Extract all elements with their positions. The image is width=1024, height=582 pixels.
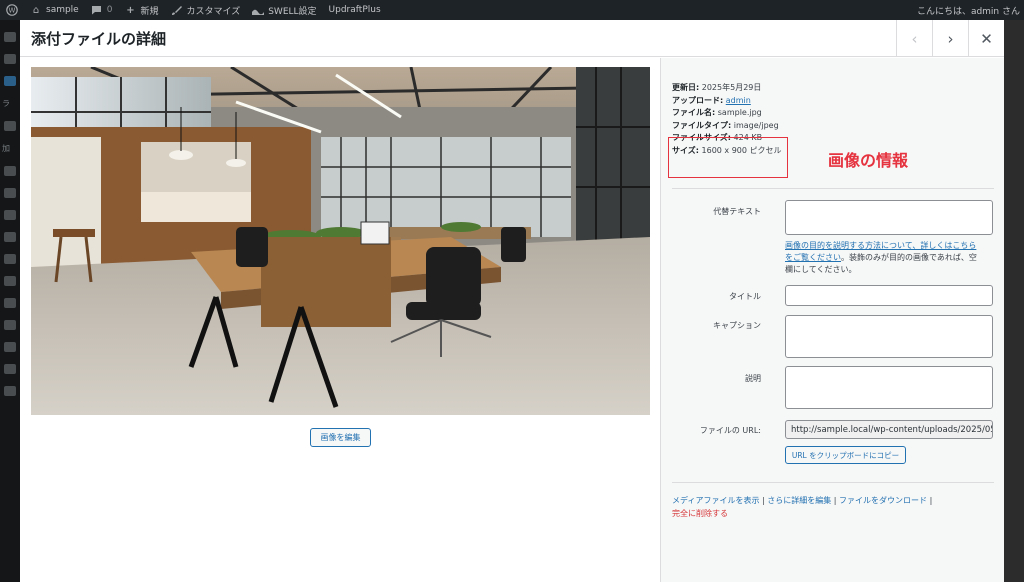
chevron-right-icon: › (947, 29, 954, 48)
swell-logo-icon (252, 4, 265, 16)
attachment-info-pane: 更新日: 2025年5月29日 アップロード: admin ファイル名: sam… (660, 58, 1004, 582)
my-account-link[interactable]: こんにちは、admin さん (917, 0, 1020, 20)
uploaded-label: 更新日: (672, 83, 700, 92)
admin-bar: W ⌂ sample 0 + 新規 カスタマイズ SWELL設定 Updraft… (0, 0, 1024, 20)
attachment-image (31, 67, 650, 415)
close-x-icon[interactable] (4, 121, 16, 131)
alt-text-help: 画像の目的を説明する方法について、詳しくはこちら をご覧ください。装飾のみが目的… (785, 240, 995, 276)
download-file-link[interactable]: ファイルをダウンロード (839, 496, 927, 505)
view-media-link[interactable]: メディアファイルを表示 (672, 496, 759, 505)
attachment-details-modal: 添付ファイルの詳細 ‹ › ✕ 画像を編集 更新日: 2025年5月29日 アッ… (20, 20, 1004, 582)
plus-icon: + (126, 4, 135, 16)
appearance-icon[interactable] (4, 210, 16, 220)
caption-label: キャプション (713, 321, 761, 330)
users-icon[interactable] (4, 254, 16, 264)
swell-label: SWELL設定 (268, 6, 317, 17)
description-label: 説明 (745, 374, 761, 383)
filename-label: ファイル名: (672, 108, 716, 118)
close-icon: ✕ (980, 29, 993, 48)
greeting: こんにちは、admin さん (916, 6, 1020, 17)
modal-title: 添付ファイルの詳細 (31, 30, 167, 48)
file-url-label: ファイルの URL: (699, 426, 761, 435)
edit-more-details-link[interactable]: さらに詳細を編集 (767, 496, 831, 505)
plugins-icon[interactable] (4, 232, 16, 242)
filename-row: ファイル名: sample.jpg (672, 107, 782, 120)
divider (672, 188, 994, 189)
brush-icon (170, 4, 182, 16)
wordpress-logo-icon: W (6, 4, 18, 16)
wordpress-logo-menu[interactable]: W (0, 0, 24, 20)
chevron-left-icon: ‹ (911, 29, 918, 48)
comments-count: 0 (106, 5, 113, 15)
description-field[interactable] (785, 366, 993, 409)
copy-url-button[interactable]: URL をクリップボードにコピー (785, 446, 906, 464)
tools-icon[interactable] (4, 276, 16, 286)
settings-icon[interactable] (4, 298, 16, 308)
attachment-actions: メディアファイルを表示 | さらに詳細を編集 | ファイルをダウンロード | 完… (672, 494, 932, 520)
customize-label: カスタマイズ (186, 6, 241, 17)
title-label: タイトル (729, 292, 761, 301)
previous-button[interactable]: ‹ (896, 20, 932, 57)
site-name: sample (46, 5, 79, 15)
modal-header: 添付ファイルの詳細 ‹ › ✕ (20, 20, 1004, 57)
sidebar-label-1: ラ (2, 99, 10, 108)
alt-help-text-1: 。装飾のみが目的の画像であれば、空 (841, 253, 977, 262)
undo-icon[interactable] (4, 364, 16, 374)
alt-text-label: 代替テキスト (713, 207, 761, 216)
close-button[interactable]: ✕ (968, 20, 1004, 57)
comments-link[interactable]: 0 (85, 0, 119, 20)
divider-bottom (672, 482, 994, 483)
filetype-label: ファイルタイプ: (672, 120, 732, 130)
new-label: 新規 (140, 6, 159, 17)
updraft-label: UpdraftPlus (328, 5, 381, 15)
uploader-row: アップロード: admin (672, 95, 782, 108)
separator-1: | (762, 496, 765, 505)
customize-link[interactable]: カスタマイズ (164, 0, 246, 20)
comment-icon (91, 4, 103, 16)
backdrop-right (1004, 20, 1024, 582)
separator-2: | (833, 496, 837, 505)
swell-settings-link[interactable]: SWELL設定 (246, 0, 322, 20)
alt-help-link-1[interactable]: 画像の目的を説明する方法について、詳しくはこちら (785, 241, 976, 250)
title-field[interactable] (785, 285, 993, 306)
file-url-field[interactable]: http://sample.local/wp-content/uploads/2… (785, 420, 993, 439)
delete-permanently-link[interactable]: 完全に削除する (672, 509, 728, 518)
alt-help-link-2[interactable]: をご覧ください (785, 253, 841, 262)
caption-field[interactable] (785, 315, 993, 358)
annotation-label: 画像の情報 (828, 151, 909, 170)
list-icon[interactable] (4, 342, 16, 352)
alt-help-text-2: 欄にしてください。 (785, 265, 857, 274)
home-icon: ⌂ (32, 4, 40, 16)
sidebar-label-2: 加 (2, 144, 10, 153)
highlight-box (668, 137, 788, 178)
grid-icon[interactable] (4, 320, 16, 330)
media-preview-pane: 画像を編集 (20, 58, 660, 582)
next-button[interactable]: › (932, 20, 968, 57)
uploader-label: アップロード: (672, 95, 724, 105)
updraftplus-link[interactable]: UpdraftPlus (323, 0, 387, 20)
uploaded-row: 更新日: 2025年5月29日 (672, 82, 782, 95)
media-icon[interactable] (4, 76, 16, 86)
pages-icon[interactable] (4, 166, 16, 176)
collapse-icon[interactable] (4, 386, 16, 396)
alt-text-field[interactable] (785, 200, 993, 235)
separator-3: | (929, 496, 933, 505)
edit-image-button[interactable]: 画像を編集 (310, 428, 371, 447)
comments-icon[interactable] (4, 188, 16, 198)
site-name-link[interactable]: ⌂ sample (24, 0, 85, 20)
svg-text:W: W (9, 7, 16, 15)
admin-sidebar: ラ 加 (0, 20, 20, 582)
uploader-link[interactable]: admin (726, 96, 751, 105)
new-content-link[interactable]: + 新規 (118, 0, 164, 20)
filetype-row: ファイルタイプ: image/jpeg (672, 120, 782, 133)
filetype-value: image/jpeg (733, 120, 779, 130)
filename-value: sample.jpg (717, 108, 762, 118)
pin-icon[interactable] (4, 54, 16, 64)
dashboard-icon[interactable] (4, 32, 16, 42)
uploaded-value: 2025年5月29日 (701, 83, 762, 92)
